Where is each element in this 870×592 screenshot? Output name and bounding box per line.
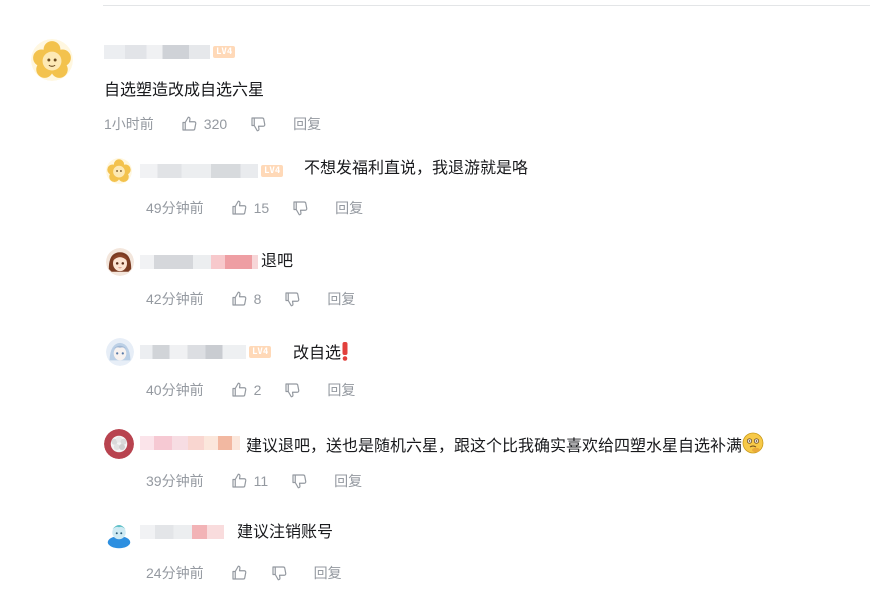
dislike-button[interactable] <box>291 199 309 217</box>
thinking-face-icon <box>742 432 764 454</box>
comment-meta: 39分钟前 11 回复 <box>146 471 362 491</box>
comment-time: 42分钟前 <box>146 291 204 307</box>
like-button[interactable] <box>230 564 270 582</box>
dislike-button[interactable] <box>290 472 308 490</box>
level-badge: LV4 <box>213 46 236 58</box>
reply-button[interactable]: 回复 <box>293 114 321 134</box>
thumbs-down-icon <box>293 201 308 216</box>
comment-text: 改自选 <box>293 341 349 365</box>
comment-text: 自选塑造改成自选六星 <box>104 82 265 99</box>
like-button[interactable]: 320 <box>180 115 249 133</box>
anime-girl-avatar-icon[interactable] <box>106 248 134 276</box>
dislike-button[interactable] <box>283 381 301 399</box>
like-button[interactable]: 11 <box>230 472 291 490</box>
dislike-button[interactable] <box>270 564 288 582</box>
comment-time: 49分钟前 <box>146 200 204 216</box>
blurred-username <box>140 345 246 359</box>
comment-text-content: 建议退吧，送也是随机六星，跟这个比我确实喜欢给四塑水星自选补满 <box>246 438 743 455</box>
blurred-username <box>104 45 210 59</box>
comment-text: 不想发福利直说，我退游就是咯 <box>304 160 529 177</box>
comment-time: 39分钟前 <box>146 473 204 489</box>
thumbs-up-icon <box>231 565 246 580</box>
thumbs-down-icon <box>292 474 307 489</box>
comment-meta: 42分钟前 8 回复 <box>146 289 355 309</box>
username[interactable]: LV4 <box>140 345 272 359</box>
username[interactable] <box>140 255 258 269</box>
blurred-username <box>140 436 240 450</box>
thumbs-up-icon <box>231 291 246 306</box>
blurred-username <box>140 164 258 178</box>
comment-text: 退吧 <box>261 253 294 270</box>
pink-circle-avatar-icon[interactable] <box>104 429 134 459</box>
dislike-button[interactable] <box>249 115 267 133</box>
like-count: 2 <box>253 382 262 398</box>
level-badge: LV4 <box>249 346 272 358</box>
like-count: 8 <box>253 291 262 307</box>
thumbs-down-icon <box>285 292 300 307</box>
blurred-username <box>140 525 224 539</box>
comment-meta: 49分钟前 15 回复 <box>146 198 363 218</box>
thumbs-down-icon <box>271 566 286 581</box>
thumbs-up-icon <box>231 473 246 488</box>
thumbs-up-icon <box>182 116 197 131</box>
top-divider <box>103 5 870 6</box>
reply-button[interactable]: 回复 <box>314 563 342 583</box>
like-button[interactable]: 15 <box>230 199 292 217</box>
username[interactable] <box>140 436 240 450</box>
blue-character-avatar-icon[interactable] <box>104 519 134 549</box>
anime-character-avatar-icon[interactable] <box>106 338 134 366</box>
comment-meta: 40分钟前 2 回复 <box>146 380 355 400</box>
level-badge: LV4 <box>261 165 284 177</box>
comment-meta: 24分钟前 回复 <box>146 563 342 583</box>
comment-meta: 1小时前 320 回复 <box>104 114 321 134</box>
like-count: 15 <box>253 200 270 216</box>
username[interactable]: LV4 <box>104 45 236 59</box>
comment-time: 1小时前 <box>104 116 154 132</box>
red-exclamation-icon <box>342 342 348 361</box>
username[interactable] <box>140 525 224 539</box>
thumbs-up-icon <box>231 200 246 215</box>
comment-time: 24分钟前 <box>146 565 204 581</box>
like-count: 11 <box>253 473 269 489</box>
username[interactable]: LV4 <box>140 164 284 178</box>
thumbs-down-icon <box>285 383 300 398</box>
comment-text: 建议注销账号 <box>237 524 334 541</box>
yellow-flower-avatar-icon[interactable] <box>31 39 73 81</box>
like-button[interactable]: 8 <box>230 290 284 308</box>
comment-text-content: 改自选 <box>293 345 342 362</box>
comment-time: 40分钟前 <box>146 382 204 398</box>
reply-button[interactable]: 回复 <box>335 198 363 218</box>
thumbs-up-icon <box>231 382 246 397</box>
like-button[interactable]: 2 <box>230 381 284 399</box>
yellow-flower-avatar-icon[interactable] <box>106 158 132 184</box>
dislike-button[interactable] <box>283 290 301 308</box>
reply-button[interactable]: 回复 <box>327 380 355 400</box>
like-count: 320 <box>203 116 228 132</box>
reply-button[interactable]: 回复 <box>334 471 362 491</box>
thumbs-down-icon <box>251 117 266 132</box>
comment-text: 建议退吧，送也是随机六星，跟这个比我确实喜欢给四塑水星自选补满 <box>246 432 764 458</box>
reply-button[interactable]: 回复 <box>327 289 355 309</box>
blurred-username <box>140 255 258 269</box>
